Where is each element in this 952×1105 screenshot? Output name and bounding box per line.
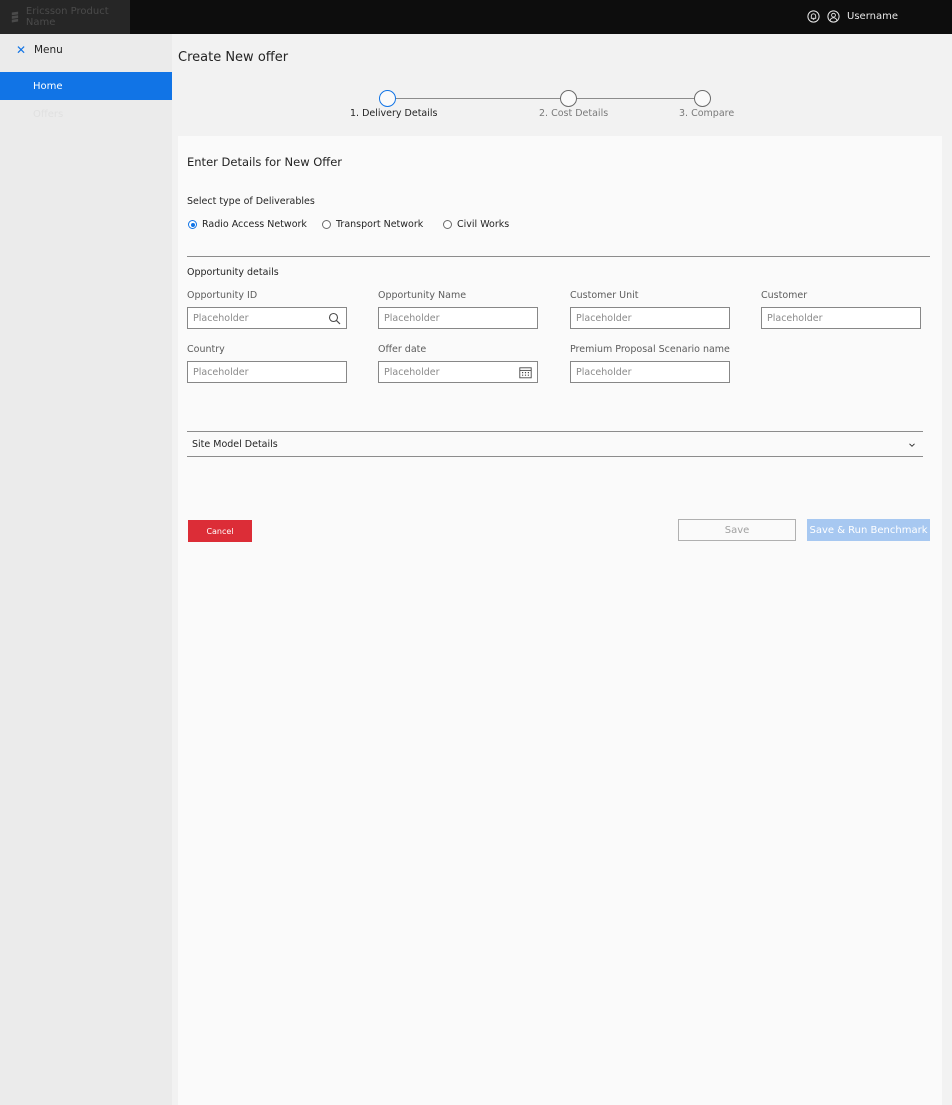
search-icon[interactable]	[328, 312, 341, 325]
sidebar-item-label: Offers	[33, 108, 64, 120]
radio-label: Transport Network	[336, 219, 424, 230]
site-model-label: Site Model Details	[192, 438, 278, 450]
radio-option-ran[interactable]: Radio Access Network	[188, 219, 307, 230]
offer-date-input[interactable]	[384, 366, 514, 378]
form-title: Enter Details for New Offer	[187, 155, 343, 169]
opportunity-section-label: Opportunity details	[187, 267, 279, 278]
customer-input[interactable]	[767, 312, 897, 324]
step-connector	[396, 98, 560, 99]
country-input[interactable]	[193, 366, 323, 378]
top-right-controls: Username	[807, 10, 898, 23]
premium-scenario-label: Premium Proposal Scenario name	[570, 344, 730, 355]
customer-field[interactable]	[761, 307, 921, 329]
country-field[interactable]	[187, 361, 347, 383]
user-icon[interactable]	[827, 10, 840, 23]
brand[interactable]: Ericsson Product Name	[0, 0, 130, 34]
radio-option-transport[interactable]: Transport Network	[322, 219, 423, 230]
username[interactable]: Username	[847, 11, 898, 22]
step-1-label: 1. Delivery Details	[350, 108, 438, 119]
top-bar: Ericsson Product Name Username	[0, 0, 952, 34]
product-name: Ericsson Product Name	[25, 6, 109, 28]
section-divider	[187, 256, 930, 257]
notification-icon[interactable]	[807, 10, 820, 23]
opportunity-id-input[interactable]	[193, 312, 323, 324]
premium-scenario-input[interactable]	[576, 366, 706, 378]
step-1-circle[interactable]	[379, 90, 396, 107]
premium-scenario-field[interactable]	[570, 361, 730, 383]
close-icon[interactable]: ✕	[16, 44, 26, 56]
chevron-down-icon[interactable]	[908, 441, 916, 449]
sidebar-item-label: Home	[33, 80, 63, 92]
opportunity-name-input[interactable]	[384, 312, 514, 324]
save-run-benchmark-button[interactable]: Save & Run Benchmark	[807, 519, 930, 541]
offer-form-card: Enter Details for New Offer Select type …	[178, 136, 942, 1105]
step-2-label: 2. Cost Details	[539, 108, 609, 119]
customer-unit-label: Customer Unit	[570, 290, 639, 301]
step-3-circle[interactable]	[694, 90, 711, 107]
offer-date-label: Offer date	[378, 344, 427, 355]
cancel-button[interactable]: Cancel	[188, 520, 252, 542]
offer-date-field[interactable]	[378, 361, 538, 383]
radio-label: Radio Access Network	[202, 219, 307, 230]
opportunity-name-label: Opportunity Name	[378, 290, 467, 301]
opportunity-name-field[interactable]	[378, 307, 538, 329]
opportunity-id-label: Opportunity ID	[187, 290, 258, 301]
radio-button[interactable]	[443, 220, 452, 229]
radio-label: Civil Works	[457, 219, 510, 230]
ericsson-logo-icon	[11, 11, 19, 22]
step-2-circle[interactable]	[560, 90, 577, 107]
page-title: Create New offer	[178, 50, 289, 65]
site-model-accordion[interactable]: Site Model Details	[187, 431, 923, 457]
save-button[interactable]: Save	[678, 519, 796, 541]
customer-label: Customer	[761, 290, 808, 301]
radio-option-civil[interactable]: Civil Works	[443, 219, 509, 230]
opportunity-id-field[interactable]	[187, 307, 347, 329]
customer-unit-field[interactable]	[570, 307, 730, 329]
sidebar-item-offers[interactable]: Offers	[0, 100, 172, 128]
menu-label: Menu	[34, 44, 63, 56]
radio-button[interactable]	[188, 220, 197, 229]
deliverables-label: Select type of Deliverables	[187, 196, 315, 207]
menu-toggle[interactable]: ✕ Menu	[16, 44, 63, 56]
step-3-label: 3. Compare	[679, 108, 735, 119]
country-label: Country	[187, 344, 225, 355]
sidebar-item-home[interactable]: Home	[0, 72, 172, 100]
sidebar: ✕ Menu Home Offers	[0, 34, 172, 1105]
customer-unit-input[interactable]	[576, 312, 706, 324]
step-connector	[577, 98, 694, 99]
radio-button[interactable]	[322, 220, 331, 229]
calendar-icon[interactable]	[519, 366, 532, 379]
